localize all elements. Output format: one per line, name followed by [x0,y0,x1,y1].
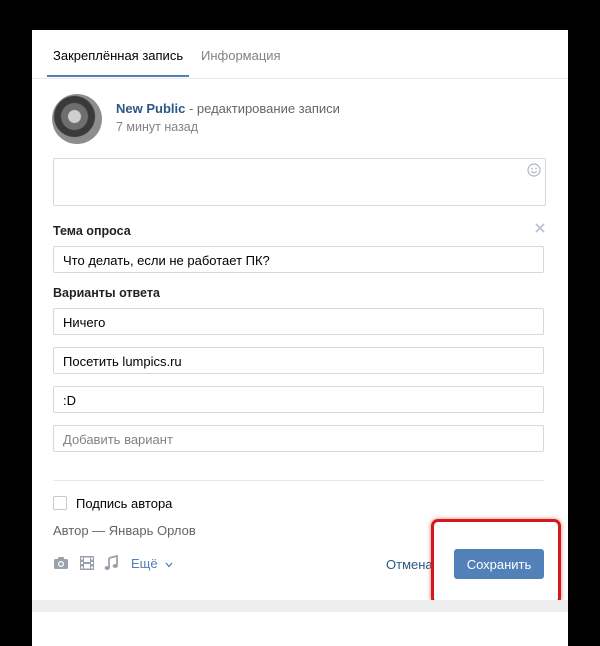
poll-option-input[interactable]: Посетить lumpics.ru [53,347,544,374]
more-label: Ещё [131,556,158,571]
author-signature-checkbox[interactable] [53,496,67,510]
more-attachments-button[interactable]: Ещё [131,556,173,571]
tab-information[interactable]: Информация [201,48,281,63]
author-signature-label[interactable]: Подпись автора [76,496,172,511]
divider [53,480,544,481]
add-option-input[interactable]: Добавить вариант [53,425,544,452]
emoji-icon[interactable] [527,163,541,177]
poll-option-input[interactable]: :D [53,386,544,413]
camera-icon[interactable] [53,555,69,571]
poll-topic-label: Тема опроса [53,224,131,238]
music-icon[interactable] [104,555,118,571]
edit-post-card: Закреплённая запись Информация New Publi… [32,30,568,646]
active-tab-indicator [47,75,189,77]
post-header: New Public - редактирование записи [116,101,340,116]
tab-pinned-post[interactable]: Закреплённая запись [53,48,183,63]
tab-bar: Закреплённая запись Информация [32,30,568,79]
poll-option-input[interactable]: Ничего [53,308,544,335]
avatar[interactable] [52,94,102,144]
post-timestamp[interactable]: 7 минут назад [116,120,198,134]
poll-options-label: Варианты ответа [53,286,160,300]
poll-topic-input[interactable]: Что делать, если не работает ПК? [53,246,544,273]
post-action-text: - редактирование записи [185,101,340,116]
save-button[interactable]: Сохранить [454,549,544,579]
post-text-input[interactable] [53,158,546,206]
video-icon[interactable] [80,555,94,571]
card-footer-strip [32,600,568,612]
cancel-button[interactable]: Отмена [386,557,433,572]
author-name-link[interactable]: New Public [116,101,185,116]
chevron-down-icon [165,562,173,568]
close-icon[interactable] [534,222,546,234]
author-line: Автор — Январь Орлов [53,523,196,538]
